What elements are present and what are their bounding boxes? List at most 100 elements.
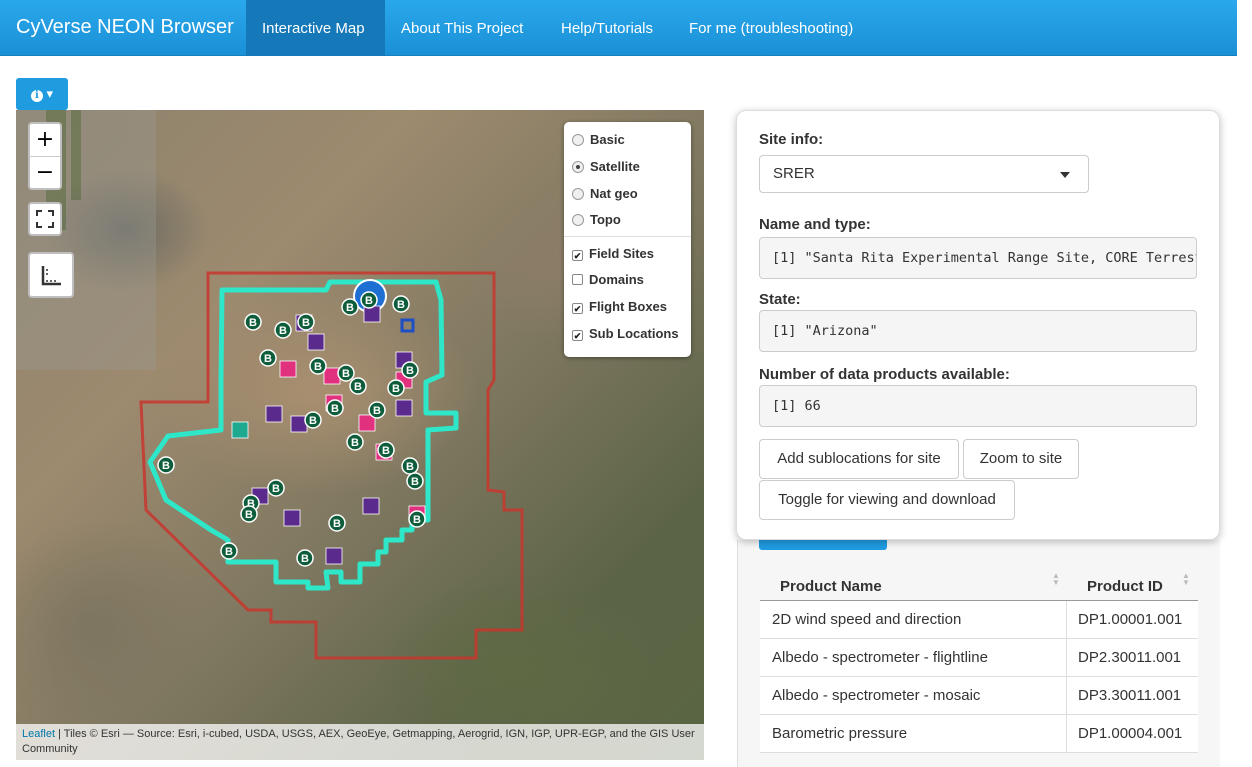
svg-text:B: B — [354, 381, 362, 393]
flight-box-boundary — [139, 271, 524, 660]
sort-icon[interactable]: ▲ ▼ — [1052, 572, 1060, 587]
sort-icon[interactable]: ▲ ▼ — [1182, 572, 1190, 587]
svg-text:B: B — [331, 403, 339, 415]
fullscreen-button[interactable] — [28, 202, 62, 236]
svg-text:B: B — [301, 553, 309, 565]
svg-text:B: B — [411, 476, 419, 488]
site-select[interactable]: SRER — [759, 155, 1089, 193]
svg-text:B: B — [406, 365, 414, 377]
svg-text:B: B — [225, 546, 233, 558]
radio-selected-icon — [572, 161, 584, 173]
svg-text:B: B — [279, 325, 287, 337]
map-attribution: Leaflet | Tiles © Esri — Source: Esri, i… — [16, 724, 704, 760]
state-label: State: — [759, 291, 801, 308]
svg-text:B: B — [346, 302, 354, 314]
table-row[interactable]: Albedo - spectrometer - flightline DP2.30… — [760, 639, 1198, 677]
product-name: Albedo - spectrometer - flightline — [772, 649, 988, 666]
tab-about-project[interactable]: About This Project — [385, 0, 539, 56]
fullscreen-icon — [36, 210, 54, 228]
svg-text:B: B — [264, 353, 272, 365]
name-type-output: [1] "Santa Rita Experimental Range Site,… — [759, 237, 1197, 279]
svg-text:B: B — [351, 437, 359, 449]
column-product-id[interactable]: Product ID — [1087, 578, 1163, 602]
zoom-control: + − — [28, 122, 62, 190]
svg-text:B: B — [365, 295, 373, 307]
overlay-flight-boxes[interactable]: ✔ Flight Boxes — [572, 298, 667, 316]
svg-text:B: B — [392, 383, 400, 395]
svg-text:B: B — [162, 460, 170, 472]
basemap-basic[interactable]: Basic — [572, 131, 625, 149]
window-edge — [1237, 0, 1252, 767]
product-id: DP1.00001.001 — [1066, 601, 1182, 639]
brand-title[interactable]: CyVerse NEON Browser — [16, 16, 234, 39]
checkbox-checked-icon: ✔ — [572, 330, 583, 341]
product-name: 2D wind speed and direction — [772, 611, 962, 628]
site-info-label: Site info: — [759, 131, 824, 148]
overlay-domains[interactable]: Domains — [572, 271, 644, 289]
radio-icon — [572, 214, 584, 226]
toggle-view-download-button[interactable]: Toggle for viewing and download — [759, 480, 1015, 520]
tab-help-tutorials[interactable]: Help/Tutorials — [545, 0, 669, 56]
svg-text:B: B — [382, 445, 390, 457]
checkbox-checked-icon: ✔ — [572, 303, 583, 314]
svg-text:B: B — [245, 509, 253, 521]
svg-text:B: B — [413, 514, 421, 526]
product-id: DP3.30011.001 — [1066, 677, 1181, 715]
product-name: Albedo - spectrometer - mosaic — [772, 687, 981, 704]
layers-control: Basic Satellite Nat geo Topo ✔ Field Site… — [564, 122, 691, 357]
layers-divider — [564, 236, 691, 237]
tab-interactive-map[interactable]: Interactive Map — [246, 0, 385, 56]
svg-text:B: B — [314, 361, 322, 373]
product-id: DP1.00004.001 — [1066, 715, 1182, 753]
basemap-topo[interactable]: Topo — [572, 211, 621, 229]
basemap-nat-geo[interactable]: Nat geo — [572, 185, 638, 203]
site-select-value: SRER — [773, 165, 815, 182]
radio-icon — [572, 188, 584, 200]
info-dropdown-button[interactable]: i ▾ — [16, 78, 68, 110]
attribution-text: | Tiles © Esri — Source: Esri, i-cubed, … — [22, 728, 695, 755]
svg-text:B: B — [333, 518, 341, 530]
checkbox-icon — [572, 274, 583, 285]
svg-text:B: B — [342, 368, 350, 380]
zoom-out-button[interactable]: − — [30, 156, 60, 188]
products-table: 2D wind speed and direction DP1.00001.001… — [760, 600, 1198, 753]
table-row[interactable]: 2D wind speed and direction DP1.00001.001 — [760, 601, 1198, 639]
caret-down-icon — [1060, 172, 1070, 178]
leaflet-link[interactable]: Leaflet — [22, 728, 55, 740]
overlay-field-sites[interactable]: ✔ Field Sites — [572, 245, 654, 263]
add-sublocations-button[interactable]: Add sublocations for site — [759, 439, 959, 479]
product-count-output: [1] 66 — [759, 385, 1197, 427]
plot-markers — [231, 305, 426, 565]
state-output: [1] "Arizona" — [759, 310, 1197, 352]
svg-text:B: B — [249, 317, 257, 329]
site-info-panel: Site info: SRER Name and type: [1] "Sant… — [736, 110, 1220, 540]
table-row[interactable]: Barometric pressure DP1.00004.001 — [760, 715, 1198, 753]
measure-button[interactable] — [28, 252, 74, 298]
svg-text:B: B — [309, 415, 317, 427]
name-type-label: Name and type: — [759, 216, 871, 233]
navbar: CyVerse NEON Browser Interactive Map Abo… — [0, 0, 1237, 56]
info-circle-icon: i — [30, 90, 43, 102]
overlay-sub-locations[interactable]: ✔ Sub Locations — [572, 325, 679, 343]
product-name: Barometric pressure — [772, 725, 908, 742]
svg-text:B: B — [373, 405, 381, 417]
tab-troubleshooting[interactable]: For me (troubleshooting) — [673, 0, 869, 56]
zoom-in-button[interactable]: + — [30, 124, 60, 156]
products-table-panel: Product Name ▲ ▼ Product ID ▲ ▼ 2D wind sp… — [737, 540, 1220, 767]
svg-text:B: B — [397, 299, 405, 311]
product-count-label: Number of data products available: — [759, 366, 1010, 383]
svg-text:B: B — [272, 483, 280, 495]
column-product-name[interactable]: Product Name — [780, 578, 882, 602]
interactive-map[interactable]: B B B B B B B B B B B B B B B B B B B B … — [16, 110, 704, 760]
table-row[interactable]: Albedo - spectrometer - mosaic DP3.30011.… — [760, 677, 1198, 715]
checkbox-checked-icon: ✔ — [572, 250, 583, 261]
zoom-to-site-button[interactable]: Zoom to site — [963, 439, 1079, 479]
radio-icon — [572, 134, 584, 146]
svg-text:B: B — [406, 461, 414, 473]
product-id: DP2.30011.001 — [1066, 639, 1181, 677]
ruler-icon — [41, 266, 61, 286]
chevron-down-icon: ▾ — [46, 86, 54, 101]
blue-plot — [400, 318, 415, 333]
svg-text:B: B — [302, 317, 310, 329]
basemap-satellite[interactable]: Satellite — [572, 158, 640, 176]
